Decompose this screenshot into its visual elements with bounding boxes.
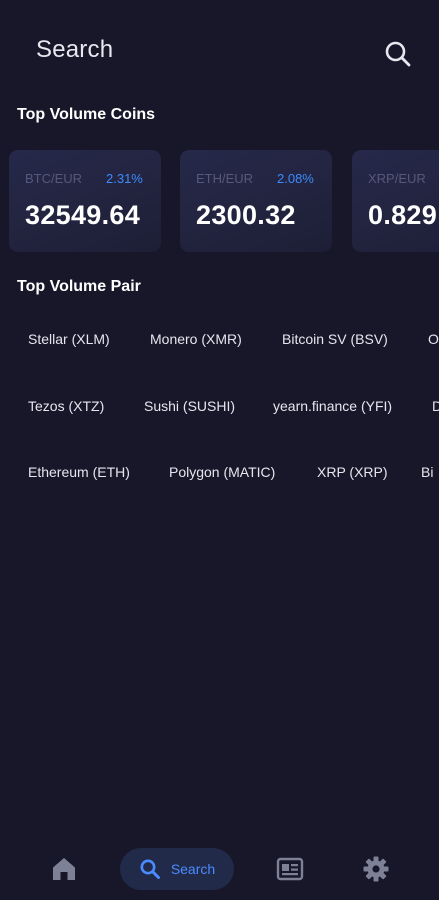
coin-change: 2.08% [277, 171, 314, 186]
pair-chip-yfi[interactable]: yearn.finance (YFI) [273, 398, 392, 414]
gear-icon [363, 856, 389, 882]
bottom-navigation: Search [0, 838, 439, 900]
pair-chip-xtz[interactable]: Tezos (XTZ) [28, 398, 104, 414]
coin-change: 2.31% [106, 171, 143, 186]
nav-search-label: Search [170, 861, 216, 877]
coin-price: 32549.64 [25, 200, 141, 230]
pair-chips-grid: Stellar (XLM) Monero (XMR) Bitcoin SV (B… [0, 310, 439, 500]
coin-cards-carousel[interactable]: BTC/EUR 2.31% 32549.64 ETH/EUR 2.08% 230… [9, 150, 439, 254]
nav-news[interactable] [270, 848, 310, 890]
search-screen: Search Top Volume Coins BTC/EUR 2.31% 32… [0, 0, 439, 900]
search-icon [385, 41, 411, 67]
coin-card-btc[interactable]: BTC/EUR 2.31% 32549.64 [9, 150, 161, 252]
coin-pair: ETH/EUR [196, 171, 254, 186]
search-icon [140, 859, 160, 879]
coin-card-xrp[interactable]: XRP/EUR 0.829 [352, 150, 439, 252]
top-volume-pair-title: Top Volume Pair [17, 278, 141, 295]
nav-search[interactable]: Search [120, 848, 234, 890]
pair-chip-partial[interactable]: D [432, 398, 439, 414]
search-button[interactable] [380, 36, 416, 72]
pair-chip-sushi[interactable]: Sushi (SUSHI) [144, 398, 235, 414]
pair-chip-xmr[interactable]: Monero (XMR) [150, 331, 242, 347]
pair-chip-bsv[interactable]: Bitcoin SV (BSV) [282, 331, 388, 347]
top-volume-coins-title: Top Volume Coins [17, 106, 156, 123]
coin-price: 0.829 [368, 200, 438, 230]
coin-price: 2300.32 [196, 200, 296, 230]
nav-settings[interactable] [356, 848, 396, 890]
pair-chip-partial[interactable]: Bi [421, 464, 433, 480]
pair-chip-xrp[interactable]: XRP (XRP) [317, 464, 388, 480]
home-icon [53, 858, 75, 880]
coin-pair: BTC/EUR [25, 171, 83, 186]
nav-home[interactable] [44, 848, 84, 890]
pair-chip-xlm[interactable]: Stellar (XLM) [28, 331, 110, 347]
coin-card-eth[interactable]: ETH/EUR 2.08% 2300.32 [180, 150, 332, 252]
pair-chip-eth[interactable]: Ethereum (ETH) [28, 464, 130, 480]
pair-chip-partial[interactable]: O [428, 331, 439, 347]
page-title: Search [36, 36, 114, 63]
news-icon [276, 857, 304, 881]
coin-pair: XRP/EUR [368, 171, 426, 186]
pair-chip-matic[interactable]: Polygon (MATIC) [169, 464, 275, 480]
app-header: Search [0, 0, 439, 100]
